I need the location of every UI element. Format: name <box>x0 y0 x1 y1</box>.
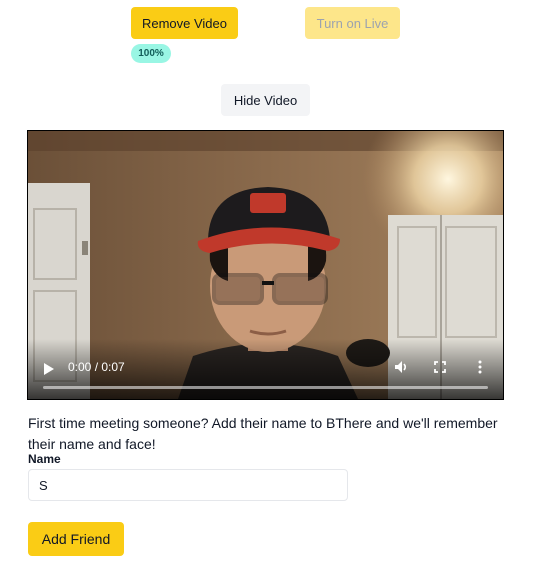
video-progress-bar[interactable] <box>43 386 488 389</box>
intro-text: First time meeting someone? Add their na… <box>28 415 498 452</box>
name-input[interactable] <box>28 469 348 501</box>
turn-on-live-button[interactable]: Turn on Live <box>305 7 400 39</box>
fullscreen-icon[interactable] <box>432 359 448 375</box>
progress-badge: 100% <box>131 44 171 63</box>
more-options-icon[interactable] <box>472 359 488 375</box>
volume-icon[interactable] <box>393 359 409 375</box>
play-icon[interactable] <box>44 363 54 375</box>
add-friend-button[interactable]: Add Friend <box>28 522 124 556</box>
page: Remove Video Turn on Live 100% Hide Vide… <box>0 0 534 573</box>
video-time: 0:00 / 0:07 <box>68 360 125 374</box>
remove-video-button[interactable]: Remove Video <box>131 7 238 39</box>
video-controls: 0:00 / 0:07 <box>28 339 503 399</box>
video-player[interactable]: 0:00 / 0:07 <box>27 130 504 400</box>
name-label: Name <box>28 452 61 466</box>
hide-video-button[interactable]: Hide Video <box>221 84 310 116</box>
